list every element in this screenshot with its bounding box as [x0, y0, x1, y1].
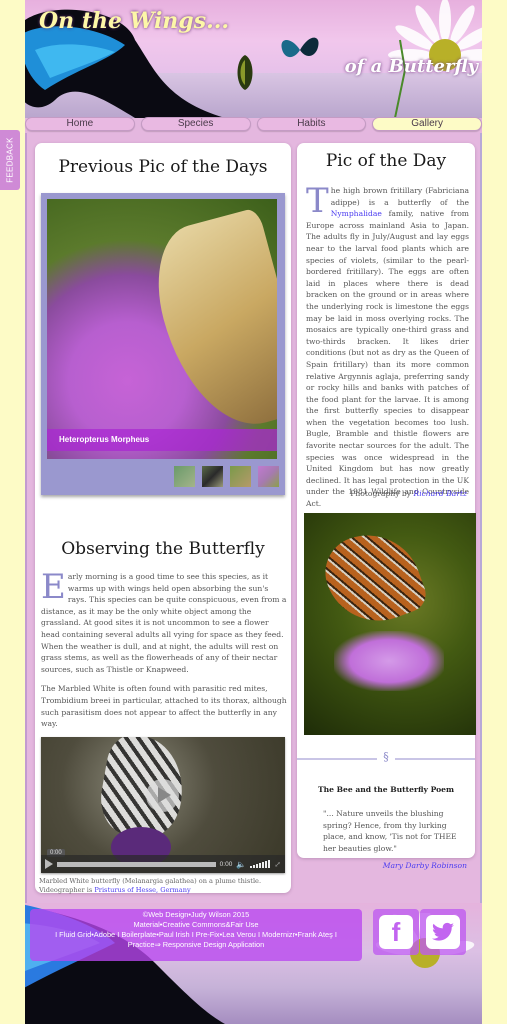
site-subtitle: of a Butterfly	[344, 56, 478, 77]
observing-paragraph-2: The Marbled White is often found with pa…	[41, 684, 287, 729]
footer-credits: ©Web Design•Judy Wilson 2015 Material•Cr…	[30, 909, 362, 961]
twitter-button[interactable]	[420, 909, 466, 955]
footer-line-2: Material•Creative Commons&Fair Use	[133, 920, 259, 929]
current-time: 0:00	[219, 860, 233, 868]
slide-thumbnails	[174, 466, 279, 487]
footer-line-3: I Fluid Grid•Adobe I Boilerplate•Paul Ir…	[55, 930, 337, 939]
section-sign-icon: §	[377, 750, 395, 763]
thumbnail-1[interactable]	[174, 466, 195, 487]
footer-line-4: Practice⇒ Responsive Design Application	[127, 940, 265, 949]
twitter-icon	[426, 915, 460, 949]
thumbnail-4[interactable]	[258, 466, 279, 487]
small-butterfly-icon	[281, 37, 319, 58]
nav-tab-gallery[interactable]: Gallery	[372, 117, 482, 131]
thumbnail-3[interactable]	[230, 466, 251, 487]
right-column-card: Pic of the Day The high brown fritillary…	[297, 143, 476, 870]
fullscreen-icon[interactable]: ⤢	[274, 860, 281, 869]
videographer-link[interactable]: Pristurus of Hesse, Germany	[94, 886, 190, 894]
poem-title: The Bee and the Butterfly Poem	[317, 785, 455, 794]
content-frame: Previous Pic of the Days Heteropterus Mo…	[25, 133, 482, 903]
drop-cap: T	[306, 181, 329, 221]
knapweed-flower-image	[334, 631, 444, 691]
fritillary-butterfly-image	[315, 520, 431, 636]
observing-paragraph-1: Early morning is a good time to see this…	[41, 567, 287, 674]
footer-line-1: ©Web Design•Judy Wilson 2015	[142, 910, 250, 919]
facebook-icon: f	[379, 915, 413, 949]
nav-tab-home[interactable]: Home	[25, 117, 135, 131]
play-overlay-button[interactable]	[146, 779, 179, 812]
drop-cap: E	[41, 567, 66, 607]
slide-caption: Heteropterus Morpheus	[47, 429, 277, 451]
feedback-tab[interactable]: FEEDBACK	[0, 130, 20, 190]
main-nav: Home Species Habits Gallery	[25, 117, 482, 132]
video-caption: Marbled White butterfly (Melanargia gala…	[39, 877, 262, 894]
video-player[interactable]: 0:00 0:00 🔈 ⤢	[41, 737, 285, 873]
footer: ©Web Design•Judy Wilson 2015 Material•Cr…	[25, 903, 482, 1024]
pic-of-day-text: The high brown fritillary (Fabriciana ad…	[306, 181, 469, 509]
left-column-card: Previous Pic of the Days Heteropterus Mo…	[35, 143, 291, 894]
site-title: On the Wings...	[39, 8, 230, 34]
video-progress-bar[interactable]	[57, 861, 216, 867]
pic-of-day-heading: Pic of the Day	[325, 151, 447, 171]
poem-quote: "... Nature unveils the blushing spring?…	[323, 809, 457, 853]
poem-author-link[interactable]: Mary Darby Robinson	[383, 861, 467, 870]
nav-tab-habits[interactable]: Habits	[256, 117, 367, 131]
slideshow: Heteropterus Morpheus	[41, 193, 285, 495]
video-controls: 0:00 🔈 ⤢	[41, 855, 285, 873]
volume-slider[interactable]	[250, 860, 271, 868]
play-icon[interactable]	[45, 859, 53, 869]
skipper-butterfly-image	[141, 207, 277, 441]
previous-pics-heading: Previous Pic of the Days	[58, 157, 268, 177]
nav-tab-species[interactable]: Species	[140, 117, 251, 131]
feedback-label: FEEDBACK	[5, 137, 15, 183]
photo-credit: Photography by Richard Bartz	[350, 489, 467, 498]
nymphalidae-link[interactable]: Nymphalidae	[331, 209, 382, 218]
volume-icon[interactable]: 🔈	[236, 860, 246, 869]
page: On the Wings... of a Butterfly Home Spec…	[25, 0, 482, 1024]
fritillary-photo	[304, 513, 476, 735]
observing-text: Early morning is a good time to see this…	[41, 567, 287, 730]
slide-image[interactable]: Heteropterus Morpheus	[47, 199, 277, 459]
thumbnail-2[interactable]	[202, 466, 223, 487]
observing-heading: Observing the Butterfly	[61, 539, 265, 559]
photographer-link[interactable]: Richard Bartz	[413, 489, 467, 498]
header-banner: On the Wings... of a Butterfly	[25, 0, 482, 118]
facebook-button[interactable]: f	[373, 909, 419, 955]
green-butterfly-icon	[237, 55, 253, 90]
